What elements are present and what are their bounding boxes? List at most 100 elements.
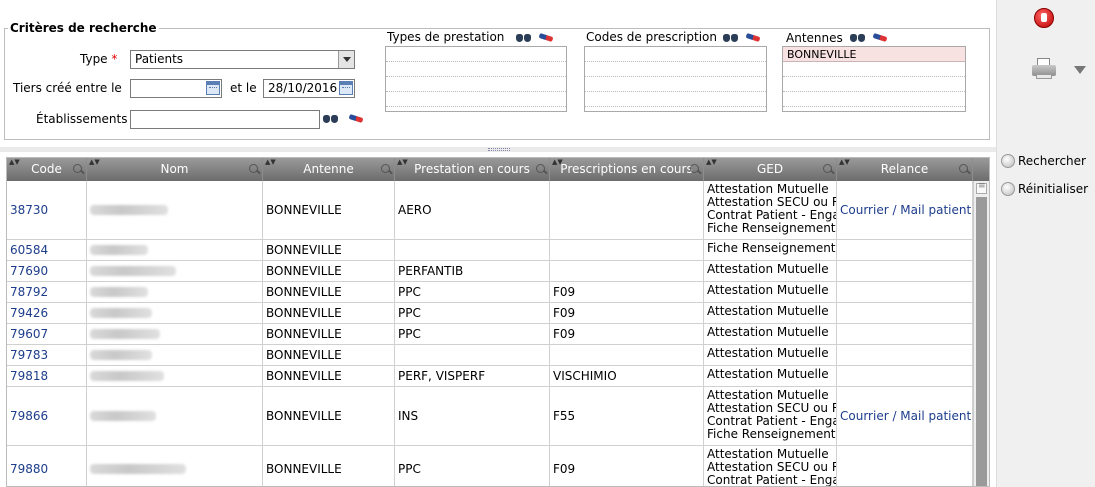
binoculars-icon[interactable] [516, 32, 532, 43]
list-item[interactable] [585, 92, 766, 107]
filter-search-icon[interactable] [690, 164, 699, 173]
cell-code-text[interactable]: 79880 [10, 462, 48, 476]
filter-search-icon[interactable] [249, 164, 258, 173]
list-item-selected[interactable]: BONNEVILLE [783, 47, 965, 62]
filter-search-icon[interactable] [536, 164, 545, 173]
cell-relance[interactable] [837, 446, 973, 486]
cell-relance-text[interactable]: Courrier / Mail patient [840, 409, 971, 423]
cell-relance-text[interactable]: Courrier / Mail patient [840, 203, 971, 217]
vertical-scrollbar[interactable] [973, 181, 989, 486]
etablissements-field[interactable] [130, 110, 320, 129]
reset-button[interactable]: Réinitialiser [1001, 180, 1088, 198]
column-code-header[interactable]: Code ▲▼ [7, 158, 87, 181]
panel-splitter[interactable] [0, 147, 996, 152]
list-item[interactable] [386, 62, 566, 77]
search-button[interactable]: Rechercher [1001, 152, 1086, 170]
binoculars-icon[interactable] [723, 32, 739, 43]
cell-code[interactable]: 79880 [7, 446, 87, 486]
cell-code-text[interactable]: 79783 [10, 348, 48, 362]
scroll-track[interactable] [976, 197, 987, 486]
scroll-thumb[interactable] [976, 181, 987, 194]
cell-code-text[interactable]: 60584 [10, 243, 48, 257]
binoculars-icon[interactable] [323, 113, 339, 124]
cell-code[interactable]: 79607 [7, 324, 87, 344]
column-prestation-header[interactable]: Prestation en cours ▲▼ [395, 158, 550, 181]
stop-icon[interactable] [1034, 8, 1054, 28]
list-item[interactable] [585, 62, 766, 77]
chevron-down-icon[interactable] [1074, 66, 1086, 74]
cell-code-text[interactable]: 38730 [10, 203, 48, 217]
table-row[interactable]: 77690 BONNEVILLE PERFANTIB Attestation Mutu… [7, 261, 973, 282]
list-item[interactable] [585, 77, 766, 92]
list-item[interactable] [386, 92, 566, 107]
sort-icon[interactable]: ▲▼ [397, 159, 408, 166]
filter-search-icon[interactable] [823, 164, 832, 173]
cell-relance[interactable] [837, 366, 973, 386]
cell-code-text[interactable]: 79866 [10, 409, 48, 423]
cell-code[interactable]: 79866 [7, 387, 87, 445]
table-row[interactable]: 79607 BONNEVILLE PPC F09 Attestation Mutuell… [7, 324, 973, 345]
cell-code-text[interactable]: 79818 [10, 369, 48, 383]
sort-icon[interactable]: ▲▼ [552, 159, 563, 166]
table-row[interactable]: 79818 BONNEVILLE PERF, VISPERF VISCHIMIO Att… [7, 366, 973, 387]
eraser-icon[interactable] [745, 32, 761, 42]
cell-relance[interactable] [837, 324, 973, 344]
table-row[interactable]: 79866 BONNEVILLE INS F55 Attestation Mutuell… [7, 387, 973, 446]
list-item[interactable] [386, 47, 566, 62]
cell-code-text[interactable]: 77690 [10, 264, 48, 278]
list-item[interactable] [783, 92, 965, 107]
cell-relance[interactable] [837, 303, 973, 323]
filter-search-icon[interactable] [381, 164, 390, 173]
list-item[interactable] [783, 62, 965, 77]
sort-icon[interactable]: ▲▼ [839, 159, 850, 166]
column-antenne-header[interactable]: Antenne ▲▼ [263, 158, 395, 181]
cell-relance[interactable] [837, 261, 973, 281]
chevron-down-icon[interactable] [338, 51, 354, 68]
cell-code[interactable]: 78792 [7, 282, 87, 302]
table-row[interactable]: 78792 BONNEVILLE PPC F09 Attestation Mutuell… [7, 282, 973, 303]
list-item[interactable] [783, 77, 965, 92]
type-select[interactable]: Patients [130, 50, 355, 69]
eraser-icon[interactable] [872, 32, 888, 42]
prestations-listbox[interactable] [385, 46, 567, 112]
column-nom-header[interactable]: Nom ▲▼ [87, 158, 263, 181]
column-prescriptions-header[interactable]: Prescriptions en cours ▲▼ [550, 158, 704, 181]
column-ged-header[interactable]: GED ▲▼ [704, 158, 837, 181]
splitter-grip[interactable] [488, 148, 510, 151]
cell-code[interactable]: 60584 [7, 240, 87, 260]
sort-icon[interactable]: ▲▼ [9, 159, 20, 166]
cell-code-text[interactable]: 79607 [10, 327, 48, 341]
date-from-field[interactable] [130, 79, 222, 98]
date-to-field[interactable]: 28/10/2016 [263, 79, 355, 98]
sort-icon[interactable]: ▲▼ [265, 159, 276, 166]
binoculars-icon[interactable] [850, 32, 866, 43]
table-row[interactable]: 79783 BONNEVILLE Attestation Mutuelle [7, 345, 973, 366]
cell-relance[interactable]: Courrier / Mail patient [837, 387, 973, 445]
sort-icon[interactable]: ▲▼ [706, 159, 717, 166]
table-row[interactable]: 79426 BONNEVILLE PPC F09 Attestation Mutuell… [7, 303, 973, 324]
column-relance-header[interactable]: Relance ▲▼ [837, 158, 973, 181]
cell-relance[interactable] [837, 240, 973, 260]
cell-code[interactable]: 79818 [7, 366, 87, 386]
printer-icon[interactable] [1032, 58, 1056, 80]
eraser-icon[interactable] [348, 113, 364, 123]
list-item[interactable] [585, 47, 766, 62]
cell-code[interactable]: 79426 [7, 303, 87, 323]
eraser-icon[interactable] [538, 32, 554, 42]
sort-icon[interactable]: ▲▼ [89, 159, 100, 166]
list-item[interactable] [386, 77, 566, 92]
prescriptions-listbox[interactable] [584, 46, 767, 112]
table-row[interactable]: 79880 BONNEVILLE PPC F09 Attestation Mutuell… [7, 446, 973, 486]
calendar-icon[interactable] [339, 81, 353, 95]
table-row[interactable]: 38730 BONNEVILLE AERO Attestation Mutuelle A… [7, 181, 973, 240]
antennes-listbox[interactable]: BONNEVILLE [782, 46, 966, 112]
cell-relance[interactable] [837, 345, 973, 365]
cell-relance[interactable] [837, 282, 973, 302]
cell-code[interactable]: 77690 [7, 261, 87, 281]
table-row[interactable]: 60584 BONNEVILLE Fiche Renseignement P [7, 240, 973, 261]
cell-code[interactable]: 38730 [7, 181, 87, 239]
filter-search-icon[interactable] [73, 164, 82, 173]
filter-search-icon[interactable] [959, 164, 968, 173]
cell-code[interactable]: 79783 [7, 345, 87, 365]
cell-code-text[interactable]: 78792 [10, 285, 48, 299]
